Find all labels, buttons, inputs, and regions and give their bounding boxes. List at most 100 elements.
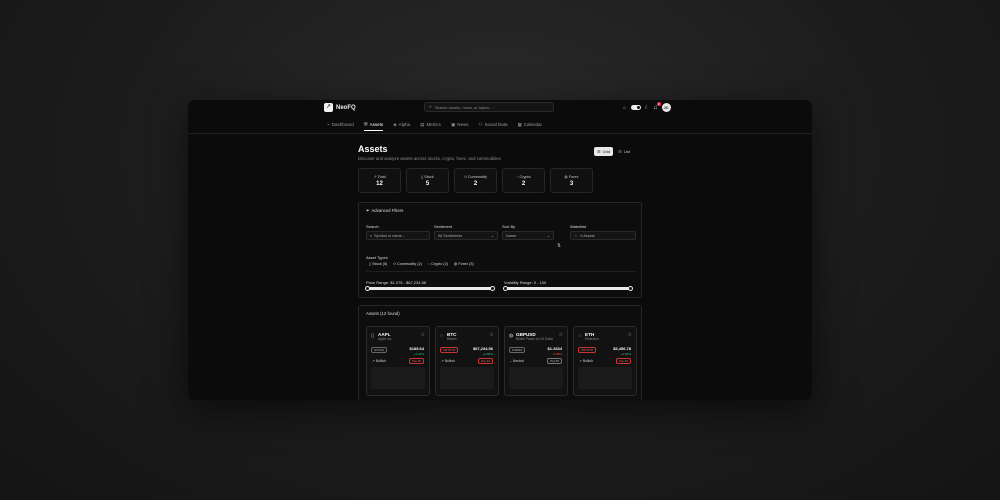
tab-assets[interactable]: ◎ Assets xyxy=(363,121,384,131)
stats-row: ↗ Total 12 ▯ Stock 5 ⬦ Commodity 2 ◌ Crypto 2 ◍ Forex… xyxy=(358,168,593,193)
asset-card[interactable]: ◌ ETH Ethereum ☆ CRYPTO $3,456.78 +1.82% ↗ Bulli… xyxy=(573,326,637,396)
main-nav: ⌁ Dashboard ◎ Assets ◈ Alpha ▤ Metrics ▣ News ⚇ Soc… xyxy=(188,119,812,134)
asset-type-filter[interactable]: ◍ Forex (3) xyxy=(454,261,474,267)
watchlist-star-icon[interactable]: ☆ xyxy=(559,332,563,338)
stat-label: ↗ Total xyxy=(373,174,385,180)
stat-card-stock[interactable]: ▯ Stock 5 xyxy=(406,168,449,193)
symbol-search-field[interactable]: ⌕ Symbol or name... xyxy=(366,231,430,240)
watchlist-button[interactable]: ☆ 0 Assets xyxy=(570,231,636,240)
stat-value: 12 xyxy=(376,181,383,187)
stat-label: ◌ Crypto xyxy=(516,175,530,179)
price-min-handle[interactable] xyxy=(365,285,370,291)
tab-dashboard[interactable]: ⌁ Dashboard xyxy=(327,121,354,131)
grid-view-label: Grid xyxy=(602,149,611,154)
stat-card-commodity[interactable]: ⬦ Commodity 2 xyxy=(454,168,497,193)
symbol-search-placeholder: Symbol or name... xyxy=(374,233,405,238)
filter-icon: ⏷ xyxy=(366,208,370,213)
sort-select[interactable]: Name ⌄ xyxy=(502,231,554,240)
sentiment-value: All Sentiments xyxy=(438,233,463,238)
sort-value: Name xyxy=(506,233,517,238)
watchlist-star-icon[interactable]: ☆ xyxy=(421,332,425,338)
asset-type-icon: ◌ xyxy=(427,261,431,266)
header-tools: ☼ ☾ ♫ 3 JC xyxy=(622,101,671,112)
sentiment-indicator: ↗ Bullish xyxy=(372,359,386,363)
sort-direction[interactable]: ⇅ xyxy=(557,234,567,252)
sparkline-chart xyxy=(371,367,425,389)
notifications-button[interactable]: ♫ 3 xyxy=(653,101,661,111)
asset-type-filter[interactable]: ⬦ Commodity (2) xyxy=(393,261,422,266)
total-icon: ↗ xyxy=(373,175,377,179)
sun-icon: ☼ xyxy=(622,104,627,111)
asset-type-badge: CRYPTO xyxy=(440,347,459,353)
global-search[interactable]: ⌕ Search assets, news, or topics... xyxy=(424,102,554,112)
stat-label-text: Stock xyxy=(424,174,434,179)
asset-type-badge: CRYPTO xyxy=(578,347,597,353)
grid-view-button[interactable]: ☰ Grid xyxy=(594,147,614,156)
filters-header[interactable]: ⏷ Advanced Filters xyxy=(366,208,403,213)
tab-label: Metrics xyxy=(426,122,441,127)
sentiment-label: Bullish xyxy=(582,359,593,363)
sentiment-select[interactable]: All Sentiments ⌄ xyxy=(434,231,498,240)
list-view-button[interactable]: ☷ List xyxy=(615,147,633,156)
app-name: NeoFQ xyxy=(336,104,356,111)
price-range-slider[interactable] xyxy=(365,285,495,291)
asset-change: +1.82% xyxy=(620,352,631,356)
tab-alpha[interactable]: ◈ Alpha xyxy=(393,121,410,131)
tab-label: News xyxy=(457,122,469,127)
tab-calendar[interactable]: ▦ Calendar xyxy=(518,121,543,131)
forex-icon: ◍ xyxy=(564,175,568,179)
stat-label-text: Crypto xyxy=(519,174,531,179)
advanced-filters-panel: ⏷ Advanced Filters Search ⌕ Symbol or na… xyxy=(358,202,642,298)
asset-types: ▯ Stock (5) ⬦ Commodity (2) ◌ Crypto (2) ◍ Fore… xyxy=(369,261,474,267)
stat-card-forex[interactable]: ◍ Forex 3 xyxy=(550,168,593,193)
social-data-icon: ⚇ xyxy=(478,121,483,127)
asset-type-filter[interactable]: ◌ Crypto (2) xyxy=(428,261,448,266)
price-max-handle[interactable] xyxy=(490,285,495,291)
sentiment-filter: Sentiment All Sentiments ⌄ xyxy=(434,224,498,240)
news-icon: ▣ xyxy=(450,121,456,127)
asset-type-label: Stock (5) xyxy=(372,261,388,266)
view-toggle: ☰ Grid ☷ List xyxy=(594,147,633,156)
sentiment-indicator: ↗ Bullish xyxy=(441,359,455,363)
trend-icon: ↗ xyxy=(372,359,375,363)
stat-card-crypto[interactable]: ◌ Crypto 2 xyxy=(502,168,545,193)
volatility-range-slider[interactable] xyxy=(503,285,633,291)
watchlist-filter: Watchlist ☆ 0 Assets xyxy=(570,224,636,240)
divider xyxy=(366,271,636,272)
top-bar: ↗ NeoFQ ⌕ Search assets, news, or topics… xyxy=(188,100,812,117)
app-logo[interactable]: ↗ NeoFQ xyxy=(324,103,356,112)
volatility-min-handle[interactable] xyxy=(503,285,508,291)
tab-metrics[interactable]: ▤ Metrics xyxy=(420,121,441,131)
tab-social-data[interactable]: ⚇ Social Data xyxy=(478,121,507,131)
asset-type-icon: ▯ xyxy=(371,333,374,339)
tab-news[interactable]: ▣ News xyxy=(451,121,469,131)
trend-icon: – xyxy=(510,359,512,363)
asset-type-badge: STOCK xyxy=(371,347,388,353)
search-input[interactable]: Search assets, news, or topics... xyxy=(435,105,493,110)
tab-label: Alpha xyxy=(398,122,411,127)
asset-card[interactable]: ◍ GBPUSD British Pound to US Dollar ☆ FOREX $… xyxy=(504,326,568,396)
tab-label: Social Data xyxy=(484,122,508,127)
asset-price: $1.2634 xyxy=(547,346,562,351)
asset-name: Apple Inc. xyxy=(378,337,393,341)
asset-name: British Pound to US Dollar xyxy=(516,337,554,341)
asset-card[interactable]: ◌ BTC Bitcoin ☆ CRYPTO $67,234.56 +2.89% ↗ Bulli… xyxy=(435,326,499,396)
asset-card[interactable]: ▯ AAPL Apple Inc. ☆ STOCK $185.64 +1.33% ↗ Bulli… xyxy=(366,326,430,396)
stat-card-total[interactable]: ↗ Total 12 xyxy=(358,168,401,193)
watchlist-label: Watchlist xyxy=(570,224,587,229)
watchlist-star-icon[interactable]: ☆ xyxy=(490,332,494,338)
assets-icon: ◎ xyxy=(363,121,368,126)
tab-label: Calendar xyxy=(523,122,543,127)
asset-type-label: Commodity (2) xyxy=(396,261,422,266)
asset-price: $3,456.78 xyxy=(613,346,631,351)
calendar-icon: ▦ xyxy=(517,121,522,127)
tab-label: Dashboard xyxy=(331,122,354,127)
watchlist-star-icon[interactable]: ☆ xyxy=(628,332,632,338)
theme-toggle[interactable] xyxy=(630,105,641,110)
asset-type-filter[interactable]: ▯ Stock (5) xyxy=(369,261,388,267)
stat-value: 2 xyxy=(521,180,526,187)
stat-value: 2 xyxy=(473,180,478,187)
avatar[interactable]: JC xyxy=(661,103,671,112)
commodity-icon: ⬦ xyxy=(464,174,467,179)
volatility-max-handle[interactable] xyxy=(628,285,633,291)
